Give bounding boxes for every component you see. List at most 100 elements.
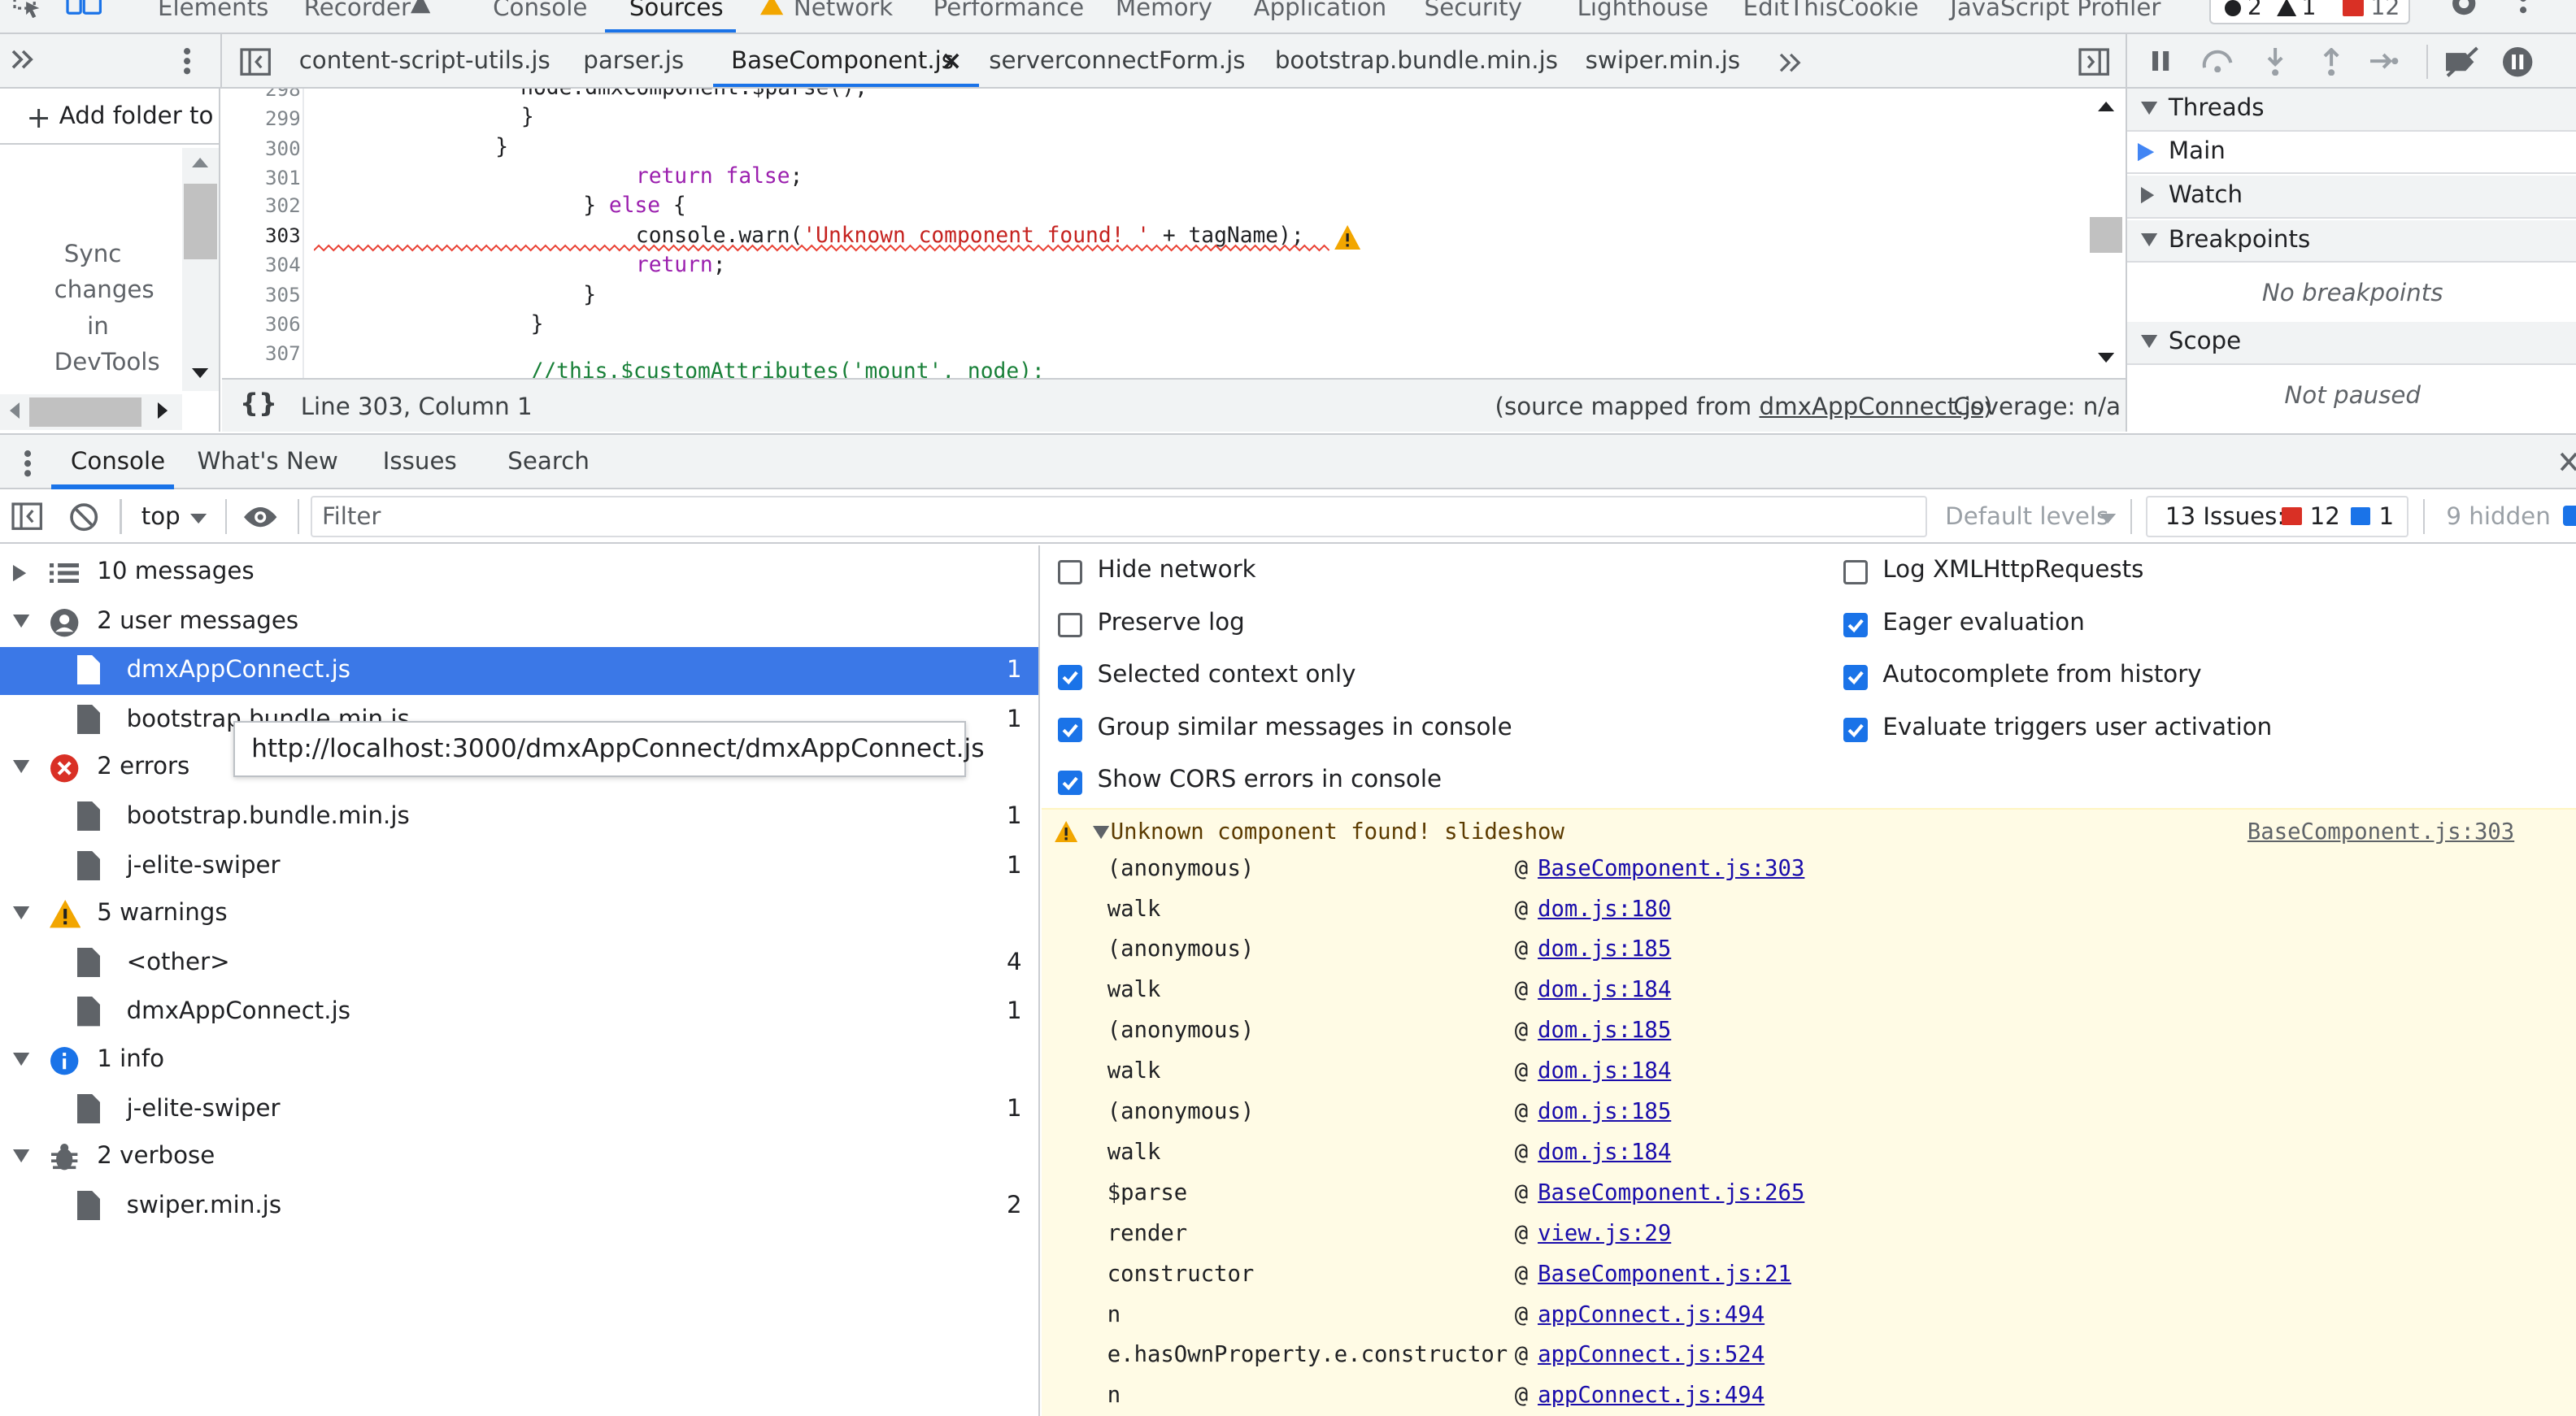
deactivate-breakpoints-icon[interactable] xyxy=(2443,46,2482,77)
stack-location-link[interactable]: appConnect.js:524 xyxy=(1538,1342,1764,1367)
step-into-icon[interactable] xyxy=(2265,47,2285,76)
settings-gear-icon[interactable] xyxy=(2448,0,2480,20)
hscroll-thumb[interactable] xyxy=(29,397,141,428)
scroll-thumb[interactable] xyxy=(184,184,217,260)
editor-vscrollbar[interactable] xyxy=(2087,89,2125,378)
step-over-icon[interactable] xyxy=(2200,50,2235,72)
file-tab-parser[interactable]: parser.js xyxy=(583,46,684,74)
context-selector[interactable]: top xyxy=(138,496,214,537)
file-tab-serverconnectform[interactable]: serverconnectForm.js xyxy=(989,46,1245,74)
drawer-tab-whats-new[interactable]: What's New xyxy=(197,447,337,475)
stack-location-link[interactable]: BaseComponent.js:265 xyxy=(1538,1180,1804,1205)
watch-section-header[interactable]: Watch xyxy=(2127,176,2576,219)
step-icon[interactable] xyxy=(2370,51,2400,71)
live-expression-eye-icon[interactable] xyxy=(243,506,277,528)
sidebar-item-other-warning[interactable]: <other> 4 xyxy=(0,940,1038,988)
code-editor[interactable]: 298 299 300 301 302 303 304 305 306 307 … xyxy=(221,89,2126,378)
line-number[interactable]: 302 xyxy=(222,193,301,217)
tab-editthiscookie[interactable]: EditThisCookie xyxy=(1743,0,1919,21)
step-out-icon[interactable] xyxy=(2321,47,2341,76)
close-tab-icon[interactable] xyxy=(943,53,959,69)
breakpoints-section-header[interactable]: Breakpoints xyxy=(2127,219,2576,263)
sidebar-item-user-messages[interactable]: 2 user messages xyxy=(0,597,1038,645)
stack-location-link[interactable]: appConnect.js:494 xyxy=(1538,1302,1764,1327)
clear-console-icon[interactable] xyxy=(69,502,98,532)
line-number[interactable]: 299 xyxy=(222,106,301,130)
line-number[interactable]: 301 xyxy=(222,166,301,189)
checkbox-box-checked[interactable] xyxy=(1843,612,1869,637)
more-tabs-chevron-icon[interactable] xyxy=(1779,53,1802,72)
scroll-up-arrow-icon[interactable] xyxy=(2098,102,2115,112)
inspect-element-icon[interactable] xyxy=(13,0,42,19)
console-settings-gear-icon[interactable] xyxy=(2562,506,2576,526)
sidebar-item-verbose[interactable]: 2 verbose xyxy=(0,1133,1038,1181)
stack-location-link[interactable]: view.js:29 xyxy=(1538,1221,1671,1246)
checkbox-box-checked[interactable] xyxy=(1843,717,1869,743)
scroll-down-arrow-icon[interactable] xyxy=(192,367,209,378)
tab-application[interactable]: Application xyxy=(1254,0,1387,21)
stack-location-link[interactable]: BaseComponent.js:303 xyxy=(1538,856,1804,881)
sidebar-item-elite-swiper-error[interactable]: j-elite-swiper 1 xyxy=(0,842,1038,890)
filter-input[interactable] xyxy=(321,502,1899,531)
tab-recorder[interactable]: Recorder xyxy=(304,0,411,21)
line-number[interactable]: 300 xyxy=(222,137,301,160)
stack-location-link[interactable]: dom.js:184 xyxy=(1538,977,1671,1002)
line-number-current[interactable]: 303 xyxy=(222,224,301,247)
toggle-navigator-icon[interactable] xyxy=(240,47,271,76)
toggle-debugger-icon[interactable] xyxy=(2078,47,2109,76)
navigator-hscrollbar[interactable] xyxy=(0,393,183,431)
drawer-menu-icon[interactable] xyxy=(23,449,33,478)
tab-memory[interactable]: Memory xyxy=(1116,0,1212,21)
stack-location-link[interactable]: dom.js:185 xyxy=(1538,1099,1671,1124)
sidebar-item-dmxappconnect-warning[interactable]: dmxAppConnect.js 1 xyxy=(0,988,1038,1036)
sidebar-item-swiper-verbose[interactable]: swiper.min.js 2 xyxy=(0,1183,1038,1231)
stack-location-link[interactable]: BaseComponent.js:21 xyxy=(1538,1262,1791,1287)
source-map-link[interactable]: dmxAppConnect.js xyxy=(1760,393,1983,420)
stack-location-link[interactable]: dom.js:180 xyxy=(1538,897,1671,922)
line-number[interactable]: 305 xyxy=(222,283,301,306)
scroll-thumb[interactable] xyxy=(2089,216,2123,254)
issues-counter-button[interactable]: 13 Issues: 12 1 xyxy=(2145,496,2408,537)
file-tab-swiper[interactable]: swiper.min.js xyxy=(1586,46,1741,74)
stack-location-link[interactable]: dom.js:184 xyxy=(1538,1058,1671,1084)
scope-section-header[interactable]: Scope xyxy=(2127,321,2576,365)
tab-security[interactable]: Security xyxy=(1425,0,1522,21)
filter-field[interactable] xyxy=(310,496,1927,537)
sidebar-item-messages[interactable]: 10 messages xyxy=(0,549,1038,597)
stack-location-link[interactable]: appConnect.js:494 xyxy=(1538,1383,1764,1408)
warning-source-link[interactable]: BaseComponent.js:303 xyxy=(2247,819,2514,845)
scroll-up-arrow-icon[interactable] xyxy=(192,157,209,168)
tab-elements[interactable]: Elements xyxy=(158,0,268,21)
line-number[interactable]: 298 xyxy=(222,89,301,101)
navigator-more-icon[interactable] xyxy=(182,46,192,76)
sidebar-item-elite-swiper-info[interactable]: j-elite-swiper 1 xyxy=(0,1085,1038,1133)
checkbox-box-checked[interactable] xyxy=(1058,770,1083,795)
line-number[interactable]: 306 xyxy=(222,312,301,336)
add-folder-button[interactable]: + Add folder to w xyxy=(0,89,219,145)
drawer-tab-console[interactable]: Console xyxy=(71,447,165,475)
tab-javascript-profiler[interactable]: JavaScript Profiler xyxy=(1950,0,2160,21)
stack-location-link[interactable]: dom.js:185 xyxy=(1538,936,1671,962)
scroll-right-arrow-icon[interactable] xyxy=(157,402,168,419)
drawer-tab-search[interactable]: Search xyxy=(507,447,590,475)
drawer-tab-issues[interactable]: Issues xyxy=(383,447,457,475)
checkbox-box[interactable] xyxy=(1843,559,1869,585)
scroll-left-arrow-icon[interactable] xyxy=(10,402,20,419)
sidebar-item-info[interactable]: 1 info xyxy=(0,1036,1038,1084)
file-tab-bootstrap-bundle[interactable]: bootstrap.bundle.min.js xyxy=(1275,46,1558,74)
device-toolbar-icon[interactable] xyxy=(66,0,102,18)
issue-counters[interactable]: 2 1 12 xyxy=(2209,0,2410,25)
checkbox-box[interactable] xyxy=(1058,612,1083,637)
close-drawer-icon[interactable] xyxy=(2560,452,2576,471)
sidebar-item-warnings[interactable]: 5 warnings xyxy=(0,890,1038,938)
checkbox-box-checked[interactable] xyxy=(1058,665,1083,690)
show-navigator-icon[interactable] xyxy=(11,50,34,69)
thread-main[interactable]: Main xyxy=(2127,131,2576,175)
sidebar-item-bootstrap-error[interactable]: bootstrap.bundle.min.js 1 xyxy=(0,793,1038,841)
pause-icon[interactable] xyxy=(2151,50,2170,71)
pretty-print-icon[interactable]: {} xyxy=(240,388,277,419)
stack-location-link[interactable]: dom.js:185 xyxy=(1538,1018,1671,1043)
pause-on-exceptions-icon[interactable] xyxy=(2502,46,2533,77)
file-tab-basecomponent[interactable]: BaseComponent.js xyxy=(731,46,954,74)
checkbox-box[interactable] xyxy=(1058,559,1083,585)
